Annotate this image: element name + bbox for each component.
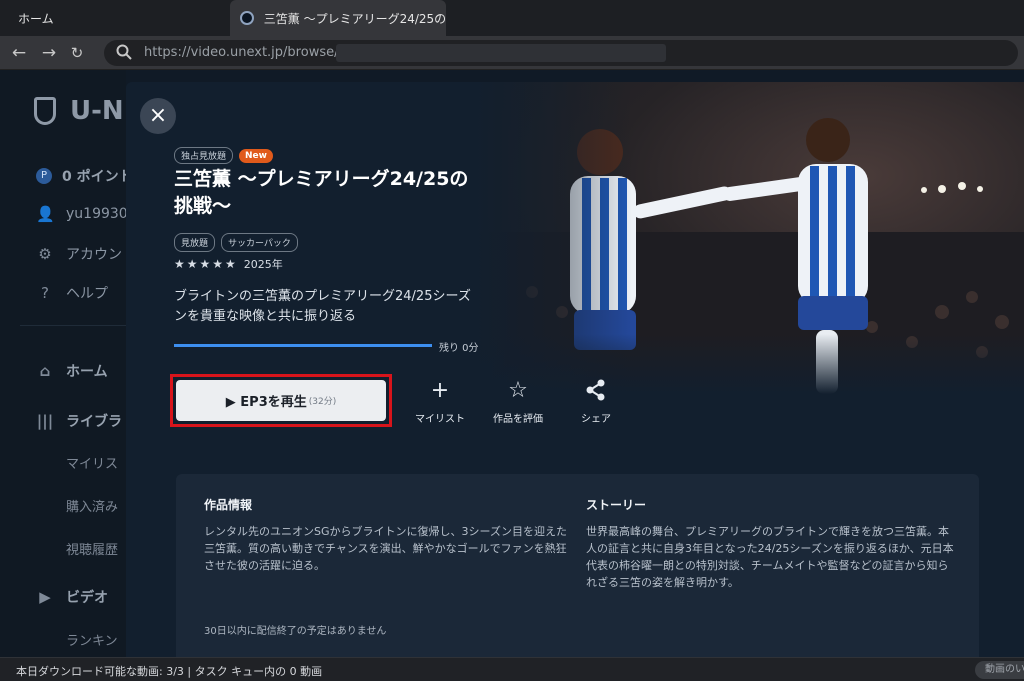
badge-row: 独占見放題 New xyxy=(174,147,273,164)
sidebar-item-user[interactable]: 👤 yu199304 xyxy=(36,205,137,223)
browser-toolbar: ← → ↻ https://video.unext.jp/browse/genr… xyxy=(0,36,1024,70)
watch-progress-bar xyxy=(174,344,432,347)
sidebar: U-N P 0 ポイント 👤 yu199304 ⚙ アカウント ? ヘルプ ⌂ … xyxy=(0,70,137,657)
exclusive-badge: 独占見放題 xyxy=(174,147,234,164)
play-button-label: ▶ EP3を再生 xyxy=(225,395,307,410)
logo-text: U-N xyxy=(70,96,124,126)
download-status-bar: 本日ダウンロード可能な動画: 3/3 | タスク キュー内の 0 動画 動画のい xyxy=(0,657,1024,681)
info-card: 作品情報 レンタル先のユニオンSGからブライトンに復帰し、3シーズン目を迎えた三… xyxy=(176,474,979,657)
remaining-time: 残り 0分 xyxy=(439,343,479,354)
user-icon: 👤 xyxy=(36,205,55,223)
download-status-text: 本日ダウンロード可能な動画: 3/3 | タスク キュー内の 0 動画 xyxy=(16,665,323,678)
tab-home[interactable]: ホーム xyxy=(0,0,230,36)
unext-logo[interactable]: U-N xyxy=(34,96,124,126)
video-label: ビデオ xyxy=(66,590,108,606)
play-duration: (32分) xyxy=(308,397,337,407)
short-description: ブライトンの三笘薫のプレミアリーグ24/25シーズンを貴重な映像と共に振り返る xyxy=(174,289,471,324)
title-detail-modal: × 独占見放題 New 三笘薫 〜プレミアリーグ24/25の挑戦〜 見放題 サッ… xyxy=(126,82,1024,657)
tag-row: 見放題 サッカーパック xyxy=(174,233,298,252)
reload-icon[interactable]: ↻ xyxy=(66,42,88,64)
download-status-button[interactable]: 動画のい xyxy=(975,661,1024,679)
plus-icon: + xyxy=(430,378,450,403)
tag-unlimited[interactable]: 見放題 xyxy=(174,233,216,252)
sidebar-item-video[interactable]: ▶ ビデオ xyxy=(36,587,108,607)
sidebar-item-history[interactable]: 視聴履歴 xyxy=(66,539,118,558)
sidebar-item-account[interactable]: ⚙ アカウント xyxy=(36,244,136,264)
rating-row: ★★★★★ 2025年 xyxy=(174,256,283,272)
tag-soccer-pack[interactable]: サッカーパック xyxy=(221,233,298,252)
story-heading: ストーリー xyxy=(586,498,647,512)
sidebar-item-points[interactable]: P 0 ポイント xyxy=(36,166,133,186)
help-label: ヘルプ xyxy=(66,286,108,302)
mylist-label: マイリスト xyxy=(415,414,465,425)
close-icon[interactable]: × xyxy=(140,98,176,134)
story-body: 世界最高峰の舞台、プレミアリーグのブライトンで輝きを放つ三笘薫。本人の証言と共に… xyxy=(586,525,954,589)
sidebar-item-mylist[interactable]: マイリス xyxy=(66,453,118,472)
star-rating-icon: ★★★★★ xyxy=(174,257,238,271)
share-icon xyxy=(560,378,632,404)
play-episode-button[interactable]: ▶ EP3を再生 (32分) xyxy=(176,380,386,421)
help-icon: ? xyxy=(41,284,49,302)
url-redacted-region xyxy=(336,44,666,62)
tab-home-label: ホーム xyxy=(18,11,54,26)
back-arrow-icon[interactable]: ← xyxy=(8,42,30,64)
play-button-highlight: ▶ EP3を再生 (32分) xyxy=(170,374,392,427)
share-button[interactable]: シェア xyxy=(560,378,632,425)
hero-bottom-fade xyxy=(472,334,1024,394)
url-field[interactable]: https://video.unext.jp/browse/genre/ xyxy=(104,40,1018,66)
share-label: シェア xyxy=(581,414,611,425)
sidebar-item-help[interactable]: ? ヘルプ xyxy=(36,283,108,303)
sidebar-item-ranking[interactable]: ランキン xyxy=(66,630,118,649)
browser-tab-bar: ホーム 三笘薫 〜プレミアリーグ24/25の: xyxy=(0,0,1024,36)
info-section: 作品情報 レンタル先のユニオンSGからブライトンに復帰し、3シーズン目を迎えた三… xyxy=(204,496,576,574)
new-badge: New xyxy=(239,148,273,163)
video-icon: ▶ xyxy=(39,588,51,606)
story-section: ストーリー 世界最高峰の舞台、プレミアリーグのブライトンで輝きを放つ三笘薫。本人… xyxy=(586,496,958,591)
page-title: 三笘薫 〜プレミアリーグ24/25の挑戦〜 xyxy=(174,168,469,217)
points-icon: P xyxy=(36,168,52,184)
search-icon xyxy=(116,44,132,60)
rate-button[interactable]: ☆ 作品を評価 xyxy=(482,378,554,425)
unext-favicon-icon xyxy=(240,11,254,25)
shield-logo-icon xyxy=(34,97,56,125)
home-label: ホーム xyxy=(66,364,108,380)
sidebar-item-purchased[interactable]: 購入済み xyxy=(66,496,118,515)
sidebar-item-home[interactable]: ⌂ ホーム xyxy=(36,361,108,381)
rate-label: 作品を評価 xyxy=(493,414,543,425)
watch-progress-fill xyxy=(174,344,432,347)
library-label: ライブラ xyxy=(66,414,122,430)
tab-current-label: 三笘薫 〜プレミアリーグ24/25の: xyxy=(263,11,446,26)
star-icon: ☆ xyxy=(508,378,528,403)
tab-current[interactable]: 三笘薫 〜プレミアリーグ24/25の: xyxy=(230,0,446,36)
library-icon: ||| xyxy=(36,412,54,430)
gear-icon: ⚙ xyxy=(38,245,52,263)
delivery-note: 30日以内に配信終了の予定はありません xyxy=(204,626,387,637)
release-year: 2025年 xyxy=(243,258,283,271)
mylist-button[interactable]: + マイリスト xyxy=(404,378,476,425)
sidebar-item-library[interactable]: ||| ライブラ xyxy=(36,411,122,431)
home-icon: ⌂ xyxy=(39,362,51,380)
forward-arrow-icon[interactable]: → xyxy=(38,42,60,64)
info-body: レンタル先のユニオンSGからブライトンに復帰し、3シーズン目を迎えた三笘薫。質の… xyxy=(204,525,567,572)
hero-image xyxy=(472,82,1024,394)
info-heading: 作品情報 xyxy=(204,498,253,512)
points-label: 0 ポイント xyxy=(62,169,133,185)
sidebar-divider xyxy=(20,325,126,326)
